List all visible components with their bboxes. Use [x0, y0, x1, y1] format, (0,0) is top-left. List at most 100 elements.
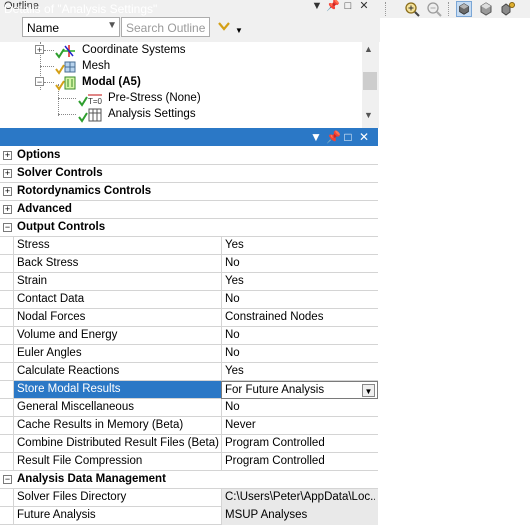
- wireframe-view-icon[interactable]: [478, 1, 494, 17]
- filter-dropdown-icon[interactable]: ▼: [235, 26, 243, 35]
- filter-chevron-icon[interactable]: [217, 19, 231, 33]
- property-label: Stress: [17, 239, 50, 251]
- group-rotordynamics-controls[interactable]: + Rotordynamics Controls: [0, 183, 378, 201]
- name-filter-value: Name: [27, 21, 60, 35]
- property-value-cell[interactable]: Constrained Nodes: [221, 309, 378, 327]
- close-icon[interactable]: ✕: [358, 0, 370, 12]
- property-row-general-misc[interactable]: General Miscellaneous No: [0, 399, 378, 417]
- property-value-cell[interactable]: No: [221, 255, 378, 273]
- expand-icon[interactable]: +: [3, 205, 12, 214]
- group-options[interactable]: + Options: [0, 147, 378, 165]
- group-label: Output Controls: [17, 221, 106, 233]
- property-label: Euler Angles: [17, 347, 82, 359]
- property-row-contact-data[interactable]: Contact Data No: [0, 291, 378, 309]
- property-value: Program Controlled: [225, 455, 325, 467]
- property-value-cell[interactable]: Never: [221, 417, 378, 435]
- property-row-stress[interactable]: Stress Yes: [0, 237, 378, 255]
- property-label: Future Analysis: [17, 509, 96, 521]
- property-row-calculate-reactions[interactable]: Calculate Reactions Yes: [0, 363, 378, 381]
- scroll-up-icon[interactable]: ▲: [364, 44, 373, 54]
- details-maximize-icon[interactable]: □: [342, 130, 354, 144]
- property-row-combine-distributed[interactable]: Combine Distributed Result Files (Beta) …: [0, 435, 378, 453]
- group-label: Solver Controls: [17, 167, 103, 179]
- collapse-icon[interactable]: −: [3, 475, 12, 484]
- pin-icon[interactable]: 📌: [326, 0, 340, 12]
- expand-icon[interactable]: +: [3, 187, 12, 196]
- group-solver-controls[interactable]: + Solver Controls: [0, 165, 378, 183]
- modal-analysis-icon: [55, 76, 76, 91]
- property-row-strain[interactable]: Strain Yes: [0, 273, 378, 291]
- property-row-store-modal-results[interactable]: Store Modal Results For Future Analysis …: [0, 381, 378, 399]
- tree-item-analysis-settings[interactable]: Analysis Settings: [108, 106, 196, 122]
- zoom-out-icon[interactable]: [426, 1, 442, 17]
- property-value: MSUP Analyses: [225, 509, 308, 521]
- property-row-cache-results[interactable]: Cache Results in Memory (Beta) Never: [0, 417, 378, 435]
- property-value: No: [225, 293, 240, 305]
- property-value-cell[interactable]: No: [221, 345, 378, 363]
- property-row-result-file-compression[interactable]: Result File Compression Program Controll…: [0, 453, 378, 471]
- property-value: Never: [225, 419, 256, 431]
- group-analysis-data-management[interactable]: − Analysis Data Management: [0, 471, 378, 489]
- maximize-icon[interactable]: □: [342, 0, 354, 12]
- property-label: Contact Data: [17, 293, 85, 305]
- property-row-back-stress[interactable]: Back Stress No: [0, 255, 378, 273]
- expand-icon[interactable]: +: [3, 169, 12, 178]
- expand-toggle[interactable]: +: [35, 45, 44, 55]
- combo-dropdown-icon[interactable]: ▼: [362, 384, 375, 397]
- property-label: Result File Compression: [17, 455, 143, 467]
- property-value-cell[interactable]: No: [221, 291, 378, 309]
- property-row-future-analysis[interactable]: Future Analysis MSUP Analyses: [0, 507, 378, 525]
- property-value-cell[interactable]: Yes: [221, 273, 378, 291]
- graphics-toolbar: [380, 0, 530, 18]
- property-value-cell[interactable]: Program Controlled: [221, 435, 378, 453]
- collapse-toggle[interactable]: −: [35, 77, 44, 87]
- details-pin-icon[interactable]: 📌: [326, 130, 341, 144]
- name-filter-select[interactable]: Name ▼: [22, 17, 120, 37]
- tree-item-modal[interactable]: Modal (A5): [82, 74, 141, 90]
- zoom-in-icon[interactable]: [404, 1, 420, 17]
- details-close-icon[interactable]: ✕: [358, 130, 370, 144]
- property-value-cell[interactable]: No: [221, 399, 378, 417]
- expand-icon[interactable]: +: [3, 151, 12, 160]
- details-dropdown-icon[interactable]: ▼: [310, 130, 322, 144]
- property-value: For Future Analysis: [225, 384, 325, 396]
- property-value: Program Controlled: [225, 437, 325, 449]
- selected-highlight: Store Modal Results: [14, 381, 221, 398]
- property-row-euler-angles[interactable]: Euler Angles No: [0, 345, 378, 363]
- group-advanced[interactable]: + Advanced: [0, 201, 378, 219]
- property-label: Solver Files Directory: [17, 491, 127, 503]
- tree-item-coordinate-systems[interactable]: Coordinate Systems: [82, 42, 186, 58]
- property-value-cell[interactable]: Yes: [221, 237, 378, 255]
- group-label: Advanced: [17, 203, 72, 215]
- tree-item-mesh[interactable]: Mesh: [82, 58, 110, 74]
- store-modal-results-combo[interactable]: For Future Analysis ▼: [221, 381, 378, 399]
- property-value-cell[interactable]: No: [221, 327, 378, 345]
- tree-item-pre-stress[interactable]: Pre-Stress (None): [108, 90, 201, 106]
- shaded-view-icon[interactable]: [456, 1, 472, 17]
- graphics-canvas[interactable]: [380, 18, 530, 527]
- collapse-icon[interactable]: −: [3, 223, 12, 232]
- group-output-controls[interactable]: − Output Controls: [0, 219, 378, 237]
- details-grid: + Options + Solver Controls + Rotordynam…: [0, 147, 378, 527]
- details-title: Details of "Analysis Settings": [4, 2, 158, 16]
- property-value: Yes: [225, 239, 244, 251]
- property-row-volume-energy[interactable]: Volume and Energy No: [0, 327, 378, 345]
- property-row-solver-files-directory[interactable]: Solver Files Directory C:\Users\Peter\Ap…: [0, 489, 378, 507]
- property-value-cell[interactable]: Yes: [221, 363, 378, 381]
- property-value: C:\Users\Peter\AppData\Loc...: [225, 491, 375, 503]
- property-value-cell[interactable]: Program Controlled: [221, 453, 378, 471]
- property-label: Store Modal Results: [17, 383, 121, 395]
- edges-view-icon[interactable]: [500, 1, 516, 17]
- property-value: No: [225, 329, 240, 341]
- property-row-nodal-forces[interactable]: Nodal Forces Constrained Nodes: [0, 309, 378, 327]
- outline-scroll-thumb[interactable]: [363, 72, 377, 90]
- search-outline-input[interactable]: Search Outline: [121, 17, 210, 37]
- property-label: Back Stress: [17, 257, 79, 269]
- property-value: No: [225, 257, 240, 269]
- scroll-down-icon[interactable]: ▼: [364, 110, 373, 120]
- group-label: Options: [17, 149, 61, 161]
- dropdown-arrow-icon[interactable]: ▼: [311, 0, 323, 12]
- svg-text:T=0: T=0: [88, 97, 103, 106]
- mesh-icon: [55, 61, 76, 75]
- property-value: Constrained Nodes: [225, 311, 324, 323]
